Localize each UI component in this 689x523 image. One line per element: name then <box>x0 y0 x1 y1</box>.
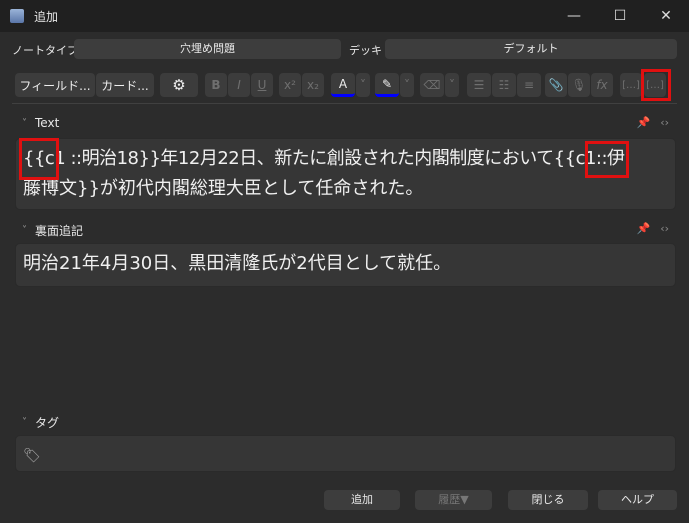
annotation-box <box>641 69 671 101</box>
chevron-down-icon[interactable]: ˅ <box>22 417 27 428</box>
cards-button[interactable]: カード... <box>96 73 154 97</box>
deck-label: デッキ <box>349 44 382 57</box>
function-icon[interactable]: fx <box>591 73 613 97</box>
html-editor-icon[interactable]: ‹› <box>660 116 669 129</box>
microphone-icon[interactable]: 🎙 <box>568 73 590 97</box>
tag-icon: 🏷 <box>23 448 41 464</box>
field-label-text: Text <box>35 116 60 130</box>
pin-icon[interactable]: 📌 <box>636 222 650 235</box>
text-line: 藤博文}}が初代内閣総理大臣として任命された。 <box>23 178 424 199</box>
numbered-list-icon[interactable]: ☷ <box>492 73 516 97</box>
annotation-box <box>19 138 59 180</box>
highlight-button[interactable]: ✎ <box>375 73 399 97</box>
cloze-new-icon[interactable]: […] <box>620 73 642 97</box>
italic-button[interactable]: I <box>228 73 250 97</box>
fields-button[interactable]: フィールド... <box>15 73 95 97</box>
notetype-selector[interactable]: 穴埋め問題 <box>74 39 341 59</box>
maximize-button[interactable]: ☐ <box>597 0 643 32</box>
text-field-editor[interactable]: {{c1 ::明治18}}年12月22日、新たに創設された内閣制度において{{c… <box>15 138 676 210</box>
close-window-button[interactable]: ✕ <box>643 0 689 32</box>
text-line: {{c1 ::明治18}}年12月22日、新たに創設された内閣制度において{{c… <box>23 148 625 169</box>
back-extra-field-editor[interactable]: 明治21年4月30日、黒田清隆氏が2代目として就任。 <box>15 243 676 287</box>
gear-icon[interactable]: ⚙ <box>160 73 198 97</box>
deck-selector[interactable]: デフォルト <box>385 39 677 59</box>
chevron-down-icon[interactable]: ˅ <box>445 73 459 97</box>
underline-button[interactable]: U <box>251 73 273 97</box>
pin-icon[interactable]: 📌 <box>636 116 650 129</box>
eraser-icon[interactable]: ⌫ <box>420 73 444 97</box>
chevron-down-icon[interactable]: ˅ <box>356 73 370 97</box>
chevron-down-icon[interactable]: ˅ <box>22 118 27 129</box>
title-bar: 追加 — ☐ ✕ <box>0 0 689 32</box>
app-icon <box>10 9 24 23</box>
annotation-box <box>585 141 629 178</box>
tags-label: タグ <box>35 416 60 430</box>
chevron-down-icon[interactable]: ˅ <box>22 225 27 236</box>
superscript-button[interactable]: x² <box>279 73 301 97</box>
align-icon[interactable]: ≡ <box>517 73 541 97</box>
subscript-button[interactable]: x₂ <box>302 73 324 97</box>
divider <box>12 103 677 104</box>
history-button[interactable]: 履歴▼ <box>415 490 492 510</box>
close-button[interactable]: 閉じる <box>508 490 588 510</box>
html-editor-icon[interactable]: ‹› <box>660 222 669 235</box>
chevron-down-icon[interactable]: ˅ <box>400 73 414 97</box>
tags-editor[interactable]: 🏷 <box>15 435 676 472</box>
notetype-label: ノートタイプ <box>12 44 78 57</box>
add-button[interactable]: 追加 <box>324 490 400 510</box>
back-extra-text: 明治21年4月30日、黒田清隆氏が2代目として就任。 <box>23 253 452 274</box>
bold-button[interactable]: B <box>205 73 227 97</box>
text-color-button[interactable]: A <box>331 73 355 97</box>
minimize-button[interactable]: — <box>551 0 597 32</box>
bullet-list-icon[interactable]: ☰ <box>467 73 491 97</box>
field-label-back-extra: 裏面追記 <box>35 224 84 238</box>
help-button[interactable]: ヘルプ <box>598 490 677 510</box>
paperclip-icon[interactable]: 📎 <box>545 73 567 97</box>
window-title: 追加 <box>34 9 59 24</box>
